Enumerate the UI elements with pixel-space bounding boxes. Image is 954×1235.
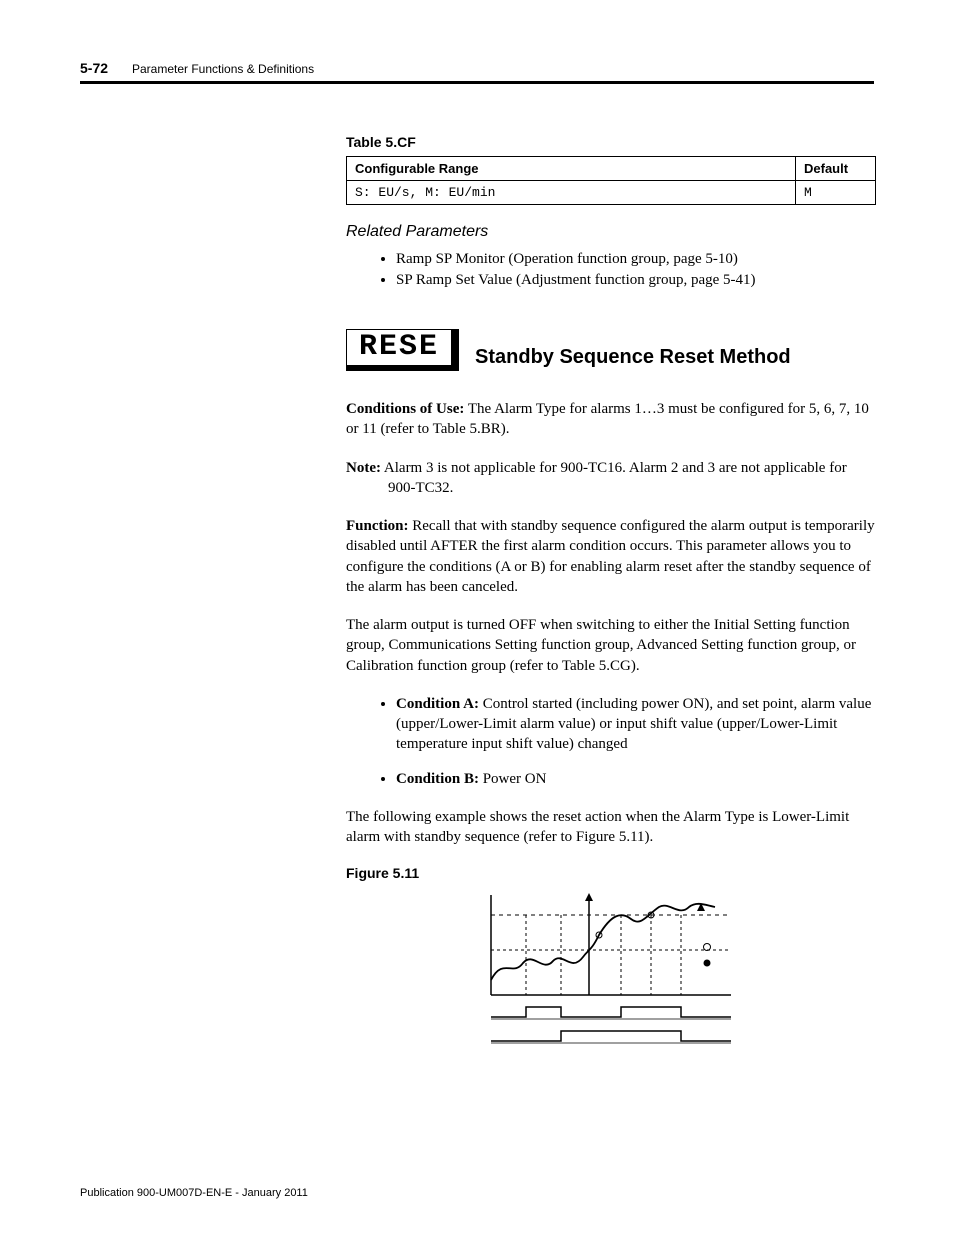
conditions-of-use: Conditions of Use: The Alarm Type for al… — [346, 399, 876, 440]
list-item: SP Ramp Set Value (Adjustment function g… — [396, 272, 876, 289]
paragraph: The following example shows the reset ac… — [346, 807, 876, 848]
page-header: 5-72 Parameter Functions & Definitions — [80, 60, 874, 84]
conditions-list: Condition A: Control started (including … — [396, 694, 876, 789]
col-range: Configurable Range — [347, 157, 796, 181]
col-default: Default — [796, 157, 876, 181]
section-title: Standby Sequence Reset Method — [475, 346, 791, 371]
list-item: Condition B: Power ON — [396, 769, 876, 789]
table-caption: Table 5.CF — [346, 134, 876, 150]
figure-511 — [346, 885, 876, 1055]
timing-diagram-icon — [471, 885, 751, 1055]
chapter-title: Parameter Functions & Definitions — [132, 62, 314, 76]
figure-caption: Figure 5.11 — [346, 865, 876, 881]
paragraph: The alarm output is turned OFF when swit… — [346, 615, 876, 676]
related-heading: Related Parameters — [346, 223, 876, 241]
text: Power ON — [479, 771, 547, 787]
section-header: RESE Standby Sequence Reset Method — [346, 329, 876, 371]
text: Recall that with standby sequence config… — [346, 518, 875, 595]
publication-footer: Publication 900-UM007D-EN-E - January 20… — [80, 1187, 308, 1199]
segment-display-icon: RESE — [346, 329, 459, 371]
bold-label: Function: — [346, 518, 409, 534]
function-paragraph: Function: Recall that with standby seque… — [346, 516, 876, 597]
table-cf: Configurable Range Default S: EU/s, M: E… — [346, 156, 876, 205]
cell-range: S: EU/s, M: EU/min — [347, 181, 796, 205]
note: Note: Alarm 3 is not applicable for 900-… — [346, 458, 876, 499]
bold-label: Condition B: — [396, 771, 479, 787]
list-item: Ramp SP Monitor (Operation function grou… — [396, 251, 876, 268]
table-row: S: EU/s, M: EU/min M — [347, 181, 876, 205]
page-number: 5-72 — [80, 60, 108, 76]
list-item: Condition A: Control started (including … — [396, 694, 876, 755]
bold-label: Conditions of Use: — [346, 401, 464, 417]
cell-default: M — [796, 181, 876, 205]
bold-label: Condition A: — [396, 696, 479, 712]
bold-label: Note: — [346, 460, 381, 476]
text: Alarm 3 is not applicable for 900-TC16. … — [381, 460, 847, 496]
related-list: Ramp SP Monitor (Operation function grou… — [396, 251, 876, 289]
